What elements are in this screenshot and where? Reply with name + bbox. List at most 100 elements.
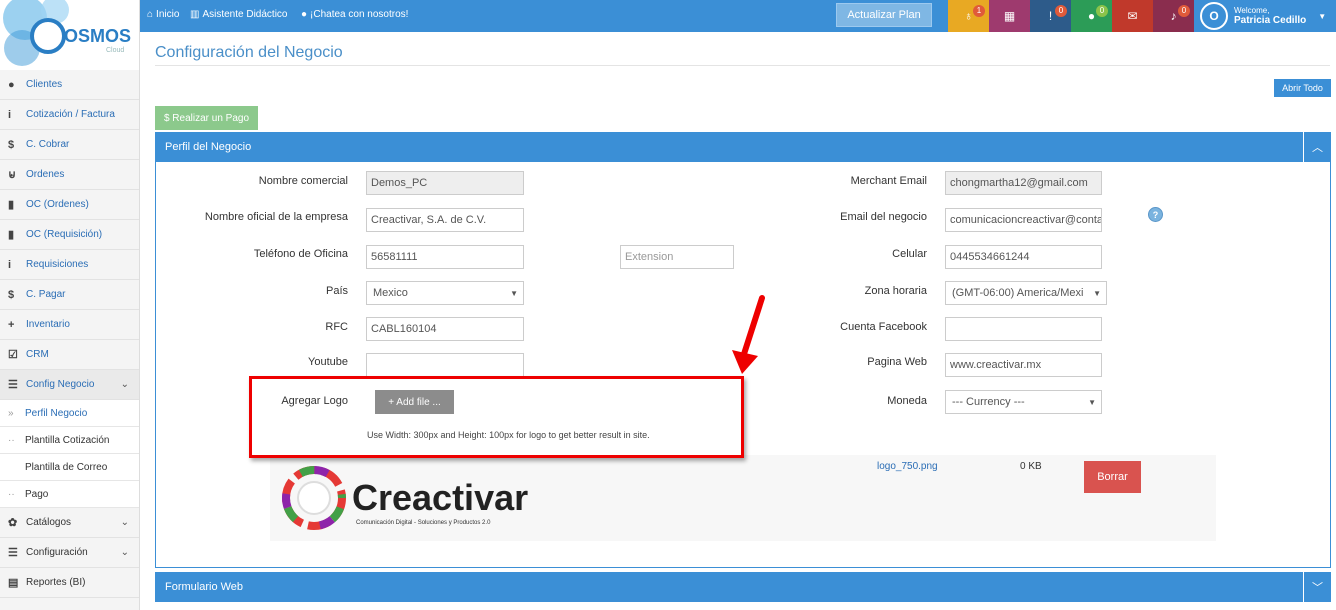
chat-icon: ● — [301, 9, 308, 20]
label-pais: País — [325, 285, 348, 297]
label-rfc: RFC — [325, 321, 348, 333]
notifications-button[interactable]: ♪ 0 — [1153, 0, 1194, 32]
zona-horaria-value: (GMT-06:00) America/Mexi — [952, 287, 1084, 299]
nombre-oficial-input[interactable]: Creactivar, S.A. de C.V. — [366, 208, 524, 232]
label-youtube: Youtube — [308, 356, 348, 368]
mail-button[interactable]: ✉ — [1112, 0, 1153, 32]
file-name-link[interactable]: logo_750.png — [877, 461, 938, 472]
telefono-input[interactable]: 56581111 — [366, 245, 524, 269]
sidebar-item-catalogos[interactable]: ✿ Catálogos ⌄ — [0, 508, 139, 538]
calendar-icon: ▦ — [1003, 9, 1016, 23]
help-icon[interactable]: ? — [1148, 207, 1163, 222]
submenu-label: Perfil Negocio — [25, 407, 88, 419]
avatar: O — [1200, 2, 1228, 30]
pais-value: Mexico — [373, 287, 408, 299]
sidebar-item-clientes[interactable]: ● Clientes — [0, 70, 139, 100]
sidebar-item-ordenes[interactable]: ⊌ Ordenes — [0, 160, 139, 190]
submenu-pago[interactable]: ·· Pago — [0, 481, 139, 508]
notifications-badge: 0 — [1178, 5, 1190, 17]
delete-button[interactable]: Borrar — [1084, 461, 1141, 493]
sidebar-item-reportes[interactable]: ▤ Reportes (BI) — [0, 568, 139, 598]
nav-chat[interactable]: ● ¡Chatea con nosotros! — [301, 9, 408, 20]
celular-input[interactable]: 0445534661244 — [945, 245, 1102, 269]
label-zona-horaria: Zona horaria — [864, 285, 927, 297]
submenu-label: Plantilla Cotización — [25, 434, 110, 446]
sidebar-item-label: Reportes (BI) — [26, 577, 86, 588]
sidebar: ● Clientes i Cotización / Factura $ C. Cobr… — [0, 70, 140, 610]
update-plan-button[interactable]: Actualizar Plan — [836, 3, 932, 27]
submenu-plantilla-correo[interactable]: Plantilla de Correo — [0, 454, 139, 481]
nav-asistente[interactable]: ▥ Asistente Didáctico — [190, 9, 288, 20]
open-all-button[interactable]: Abrir Todo — [1274, 79, 1331, 97]
extension-input[interactable]: Extension — [620, 245, 734, 269]
divider — [155, 65, 1330, 66]
dots-icon: ·· — [8, 488, 15, 500]
nav-inicio[interactable]: ⌂ Inicio — [147, 9, 179, 20]
pais-select[interactable]: Mexico ▼ — [366, 281, 524, 305]
chevron-down-icon[interactable]: ﹀ — [1303, 572, 1331, 602]
book-icon: ▥ — [190, 9, 200, 20]
email-negocio-input[interactable]: comunicacioncreactivar@conta — [945, 208, 1102, 232]
logo-text: OSMOS — [64, 26, 131, 46]
annotation-arrow-icon — [732, 295, 765, 374]
submenu-perfil-negocio[interactable]: » Perfil Negocio — [0, 400, 139, 427]
sidebar-item-inventario[interactable]: + Inventario — [0, 310, 139, 340]
sidebar-item-requisiciones[interactable]: i Requisiciones — [0, 250, 139, 280]
sidebar-item-c-pagar[interactable]: $ C. Pagar — [0, 280, 139, 310]
logo-wordmark: Creactivar — [352, 477, 528, 518]
alerts-button[interactable]: ! 0 — [1030, 0, 1071, 32]
sidebar-item-cotizacion[interactable]: i Cotización / Factura — [0, 100, 139, 130]
submenu-plantilla-cotizacion[interactable]: ·· Plantilla Cotización — [0, 427, 139, 454]
sidebar-item-c-cobrar[interactable]: $ C. Cobrar — [0, 130, 139, 160]
file-size: 0 KB — [1020, 461, 1042, 472]
sidebar-item-configuracion[interactable]: ☰ Configuración ⌄ — [0, 538, 139, 568]
pagina-web-input[interactable]: www.creactivar.mx — [945, 353, 1102, 377]
panel-header-formulario-web[interactable]: Formulario Web ﹀ — [155, 572, 1331, 602]
caret-down-icon: ▼ — [1088, 397, 1096, 407]
sidebar-item-crm[interactable]: ☑ CRM — [0, 340, 139, 370]
top-bar: ⌂ Inicio ▥ Asistente Didáctico ● ¡Chatea co… — [0, 0, 1336, 32]
label-nombre-comercial: Nombre comercial — [258, 175, 348, 187]
annotation-highlight-box — [249, 376, 744, 458]
nav-inicio-label: Inicio — [156, 9, 180, 20]
label-celular: Celular — [892, 248, 927, 260]
sidebar-item-label: OC (Requisición) — [26, 229, 103, 240]
palette-icon: ✿ — [8, 517, 18, 529]
alerts-badge: 0 — [1055, 5, 1067, 17]
messages-button[interactable]: ● 0 — [1071, 0, 1112, 32]
lightbulb-icon: ♁ — [964, 9, 973, 23]
chevron-down-icon: ⌄ — [120, 379, 129, 390]
label-cuenta-facebook: Cuenta Facebook — [840, 321, 927, 333]
sidebar-item-config-negocio[interactable]: ☰ Config Negocio ⌄ — [0, 370, 139, 400]
tips-badge: 1 — [973, 5, 985, 17]
label-telefono: Teléfono de Oficina — [253, 248, 348, 260]
calendar-button[interactable]: ▦ — [989, 0, 1030, 32]
label-email-negocio: Email del negocio — [840, 211, 927, 223]
facebook-input[interactable] — [945, 317, 1102, 341]
chevron-right-icon: » — [8, 407, 14, 419]
user-menu[interactable]: O Welcome, Patricia Cedillo ▼ — [1200, 0, 1336, 32]
sidebar-item-oc-requisicion[interactable]: ▮ OC (Requisición) — [0, 220, 139, 250]
merchant-email-input[interactable]: chongmartha12@gmail.com — [945, 171, 1102, 195]
chevron-up-icon[interactable]: ︿ — [1303, 132, 1331, 162]
chevron-down-icon: ⌄ — [120, 517, 129, 528]
brand-logo[interactable]: OSMOS Cloud — [0, 0, 140, 70]
sidebar-item-label: Cotización / Factura — [26, 109, 115, 120]
dollar-icon: $ — [8, 138, 15, 151]
dollar-icon: $ — [8, 288, 15, 301]
sidebar-item-oc-ordenes[interactable]: ▮ OC (Ordenes) — [0, 190, 139, 220]
tips-button[interactable]: ♁ 1 — [948, 0, 989, 32]
sidebar-item-label: Inventario — [26, 319, 70, 330]
youtube-input[interactable] — [366, 353, 524, 377]
panel-title: Formulario Web — [165, 581, 244, 593]
rfc-input[interactable]: CABL160104 — [366, 317, 524, 341]
user-name: Patricia Cedillo — [1234, 15, 1307, 26]
sidebar-item-label: Catálogos — [26, 517, 72, 528]
sidebar-item-label: Configuración — [26, 547, 88, 558]
panel-header-perfil[interactable]: Perfil del Negocio ︿ — [155, 132, 1331, 162]
zona-horaria-select[interactable]: (GMT-06:00) America/Mexi ▼ — [945, 281, 1107, 305]
label-nombre-oficial: Nombre oficial de la empresa — [204, 211, 348, 223]
moneda-select[interactable]: --- Currency --- ▼ — [945, 390, 1102, 414]
make-payment-button[interactable]: $ Realizar un Pago — [155, 106, 258, 130]
nombre-comercial-input[interactable]: Demos_PC — [366, 171, 524, 195]
